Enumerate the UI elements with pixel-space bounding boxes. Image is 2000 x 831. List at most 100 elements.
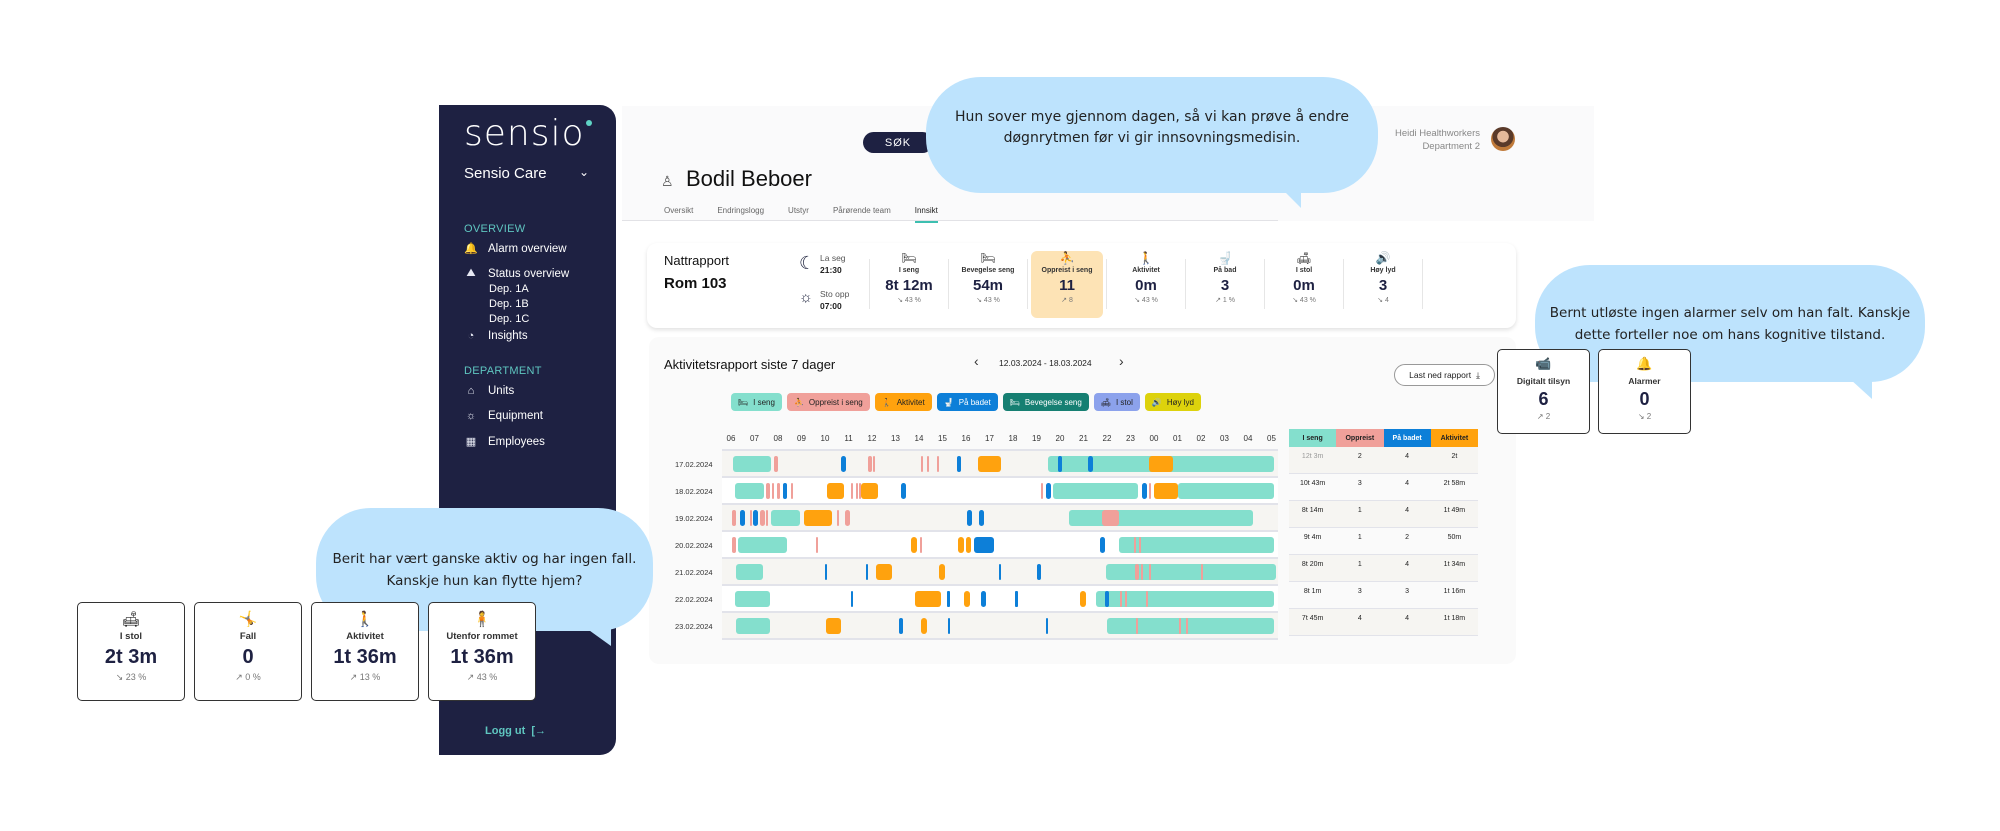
- stat-card-i-stol[interactable]: 🛋 I stol 2t 3m ↘ 23 %: [77, 602, 185, 701]
- segment-up[interactable]: [836, 510, 839, 526]
- segment-up[interactable]: [1149, 483, 1152, 499]
- segment-activity[interactable]: [861, 483, 878, 499]
- segment-activity[interactable]: [1154, 483, 1178, 499]
- segment-bath[interactable]: [1045, 618, 1049, 634]
- segment-up[interactable]: [1145, 591, 1148, 607]
- segment-bath[interactable]: [850, 591, 854, 607]
- segment-bath[interactable]: [899, 618, 903, 634]
- segment-bed[interactable]: [738, 537, 788, 553]
- segment-up[interactable]: [850, 483, 853, 499]
- segment-up[interactable]: [1135, 564, 1139, 580]
- download-report-button[interactable]: Last ned rapport ⤓: [1394, 364, 1495, 386]
- legend-oppreist-i-seng[interactable]: ⛹ Oppreist i seng: [786, 393, 870, 411]
- legend-i-seng[interactable]: 🛏 I seng: [731, 393, 782, 411]
- metric-h-y-lyd[interactable]: 🔊 Høy lyd 3 ↘ 4: [1347, 251, 1419, 318]
- nav-units[interactable]: ⌂ Units: [464, 385, 515, 397]
- segment-bath[interactable]: [947, 591, 950, 607]
- segment-bed[interactable]: [1052, 483, 1138, 499]
- nav-equipment[interactable]: ☼ Equipment: [464, 410, 543, 422]
- segment-up[interactable]: [749, 510, 752, 526]
- legend-i-stol[interactable]: 🛋 I stol: [1093, 393, 1140, 411]
- metric-oppreist-i-seng[interactable]: ⛹ Oppreist i seng 11 ↗ 8: [1031, 251, 1103, 318]
- segment-activity[interactable]: [827, 483, 844, 499]
- metric-bevegelse-seng[interactable]: 🛏 Bevegelse seng 54m ↘ 43 %: [952, 251, 1024, 318]
- segment-bed[interactable]: [1105, 564, 1277, 580]
- segment-bath[interactable]: [753, 510, 758, 526]
- segment-activity[interactable]: [826, 618, 842, 634]
- stat-card-utenfor-rommet[interactable]: 🧍 Utenfor rommet 1t 36m ↗ 43 %: [428, 602, 536, 701]
- segment-up[interactable]: [732, 537, 736, 553]
- segment-bath[interactable]: [825, 564, 828, 580]
- segment-bed[interactable]: [1069, 510, 1253, 526]
- chevron-right-icon[interactable]: ›: [1119, 353, 1124, 369]
- segment-bed[interactable]: [1177, 483, 1274, 499]
- stat-card-aktivitet[interactable]: 🚶 Aktivitet 1t 36m ↗ 13 %: [311, 602, 419, 701]
- segment-bath[interactable]: [901, 483, 907, 499]
- segment-activity[interactable]: [803, 510, 833, 526]
- segment-activity[interactable]: [921, 618, 928, 634]
- segment-up[interactable]: [936, 456, 939, 472]
- segment-up[interactable]: [1134, 537, 1137, 553]
- segment-up[interactable]: [776, 483, 781, 499]
- segment-bath[interactable]: [948, 618, 951, 634]
- segment-up[interactable]: [844, 510, 850, 526]
- segment-bath[interactable]: [1142, 483, 1147, 499]
- metric-aktivitet[interactable]: 🚶 Aktivitet 0m ↘ 43 %: [1110, 251, 1182, 318]
- segment-up[interactable]: [1041, 483, 1044, 499]
- segment-bath[interactable]: [1099, 537, 1105, 553]
- segment-bath[interactable]: [1015, 591, 1018, 607]
- legend-h-y-lyd[interactable]: 🔊 Høy lyd: [1144, 393, 1201, 411]
- segment-up[interactable]: [920, 537, 923, 553]
- segment-bed[interactable]: [733, 456, 771, 472]
- segment-activity[interactable]: [915, 591, 942, 607]
- search-button[interactable]: SØK: [863, 132, 933, 153]
- segment-bath[interactable]: [978, 510, 984, 526]
- segment-up[interactable]: [1138, 537, 1141, 553]
- segment-up[interactable]: [868, 456, 872, 472]
- segment-activity[interactable]: [875, 564, 892, 580]
- segment-bath[interactable]: [967, 510, 972, 526]
- segment-up[interactable]: [790, 483, 793, 499]
- segment-up[interactable]: [873, 456, 876, 472]
- segment-activity[interactable]: [1079, 591, 1086, 607]
- segment-up[interactable]: [766, 510, 769, 526]
- segment-activity[interactable]: [938, 564, 945, 580]
- org-select[interactable]: Sensio Care: [464, 165, 547, 182]
- segment-bed[interactable]: [734, 591, 770, 607]
- segment-bath[interactable]: [866, 564, 869, 580]
- segment-up[interactable]: [815, 537, 818, 553]
- legend-aktivitet[interactable]: 🚶 Aktivitet: [874, 393, 932, 411]
- segment-activity[interactable]: [977, 456, 1002, 472]
- nav-status-overview[interactable]: ⛰ Status overview: [464, 267, 569, 280]
- segment-up[interactable]: [927, 456, 930, 472]
- stat-card-fall[interactable]: 🤸 Fall 0 ↗ 0 %: [194, 602, 302, 701]
- metric-i-stol[interactable]: 🛋 I stol 0m ↘ 43 %: [1268, 251, 1340, 318]
- logout-button[interactable]: Logg ut [→: [485, 725, 546, 737]
- segment-bed[interactable]: [734, 483, 764, 499]
- segment-bath[interactable]: [1045, 483, 1051, 499]
- segment-bed[interactable]: [735, 564, 763, 580]
- segment-bath[interactable]: [981, 591, 986, 607]
- segment-up[interactable]: [766, 483, 770, 499]
- segment-bath[interactable]: [998, 564, 1002, 580]
- segment-bath[interactable]: [974, 537, 995, 553]
- segment-up[interactable]: [772, 483, 775, 499]
- segment-bath[interactable]: [1057, 456, 1063, 472]
- chevron-down-icon[interactable]: ⌄: [579, 165, 589, 179]
- legend-bevegelse-seng[interactable]: 🛏 Bevegelse seng: [1002, 393, 1089, 411]
- user-info[interactable]: Heidi Healthworkers Department 2: [1395, 127, 1480, 153]
- segment-activity[interactable]: [1149, 456, 1173, 472]
- segment-bed[interactable]: [1096, 591, 1274, 607]
- segment-up[interactable]: [1178, 618, 1181, 634]
- segment-bed[interactable]: [735, 618, 770, 634]
- segment-bed[interactable]: [1118, 537, 1274, 553]
- stat-card-digitalt-tilsyn[interactable]: 📹 Digitalt tilsyn 6 ↗ 2: [1497, 349, 1590, 434]
- segment-activity[interactable]: [910, 537, 917, 553]
- segment-up[interactable]: [1201, 564, 1203, 580]
- segment-bath[interactable]: [1104, 591, 1110, 607]
- segment-activity[interactable]: [963, 591, 970, 607]
- segment-bath[interactable]: [1088, 456, 1093, 472]
- stat-card-alarmer[interactable]: 🔔 Alarmer 0 ↘ 2: [1598, 349, 1691, 434]
- metric-i-seng[interactable]: 🛏 I seng 8t 12m ↘ 43 %: [873, 251, 945, 318]
- avatar[interactable]: [1491, 127, 1515, 151]
